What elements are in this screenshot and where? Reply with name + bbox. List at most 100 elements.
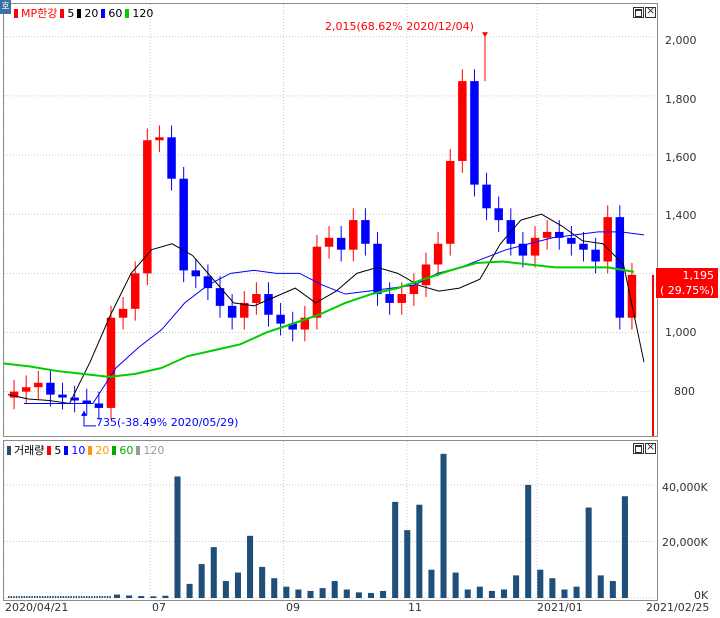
current-price-tag: 1,195 ( 29.75%): [656, 268, 718, 298]
volume-bar: [525, 484, 532, 598]
volume-bar: [404, 530, 411, 598]
x-tick-start: 2020/04/21: [5, 601, 69, 614]
volume-bar: [476, 586, 483, 598]
current-price-change: ( 29.75%): [659, 284, 714, 297]
maximize-pane-button[interactable]: [633, 7, 644, 18]
legend-swatch-ma120: [125, 8, 130, 18]
high-price-annotation: 2,015(68.62% 2020/12/04): [325, 20, 474, 33]
candle-body: [191, 270, 201, 277]
volume-bar: [15, 596, 18, 598]
volume-bar: [464, 589, 471, 598]
volume-bar: [198, 564, 205, 598]
legend-swatch-vol10: [64, 445, 69, 455]
volume-bar: [307, 590, 314, 598]
volume-bar: [355, 592, 362, 598]
x-tick-11: 11: [408, 601, 422, 614]
volume-bar: [138, 596, 145, 598]
volume-bar: [13, 596, 15, 598]
volume-bar: [500, 589, 508, 598]
volume-bar: [114, 594, 121, 598]
candle-body: [349, 220, 358, 250]
volume-legend: 거래량 5 10 20 60 120: [7, 442, 164, 458]
candle-body: [361, 220, 370, 244]
volume-bar: [271, 578, 278, 598]
volume-bar: [21, 596, 23, 598]
y-tick-2000: 2,000: [665, 34, 697, 47]
volume-bar: [86, 596, 88, 598]
volume-bar: [597, 575, 604, 598]
candle-body: [482, 184, 491, 209]
legend-swatch-vol120: [136, 445, 141, 455]
close-pane-button[interactable]: [645, 4, 656, 18]
legend-stock-name: MP한강: [21, 7, 58, 20]
volume-bar: [452, 572, 459, 598]
vol-tick-40000: 40,000K: [662, 481, 708, 494]
candle-body: [130, 273, 140, 309]
candle-body: [143, 140, 152, 274]
legend-vol60-label: 60: [119, 443, 134, 457]
volume-bar: [234, 572, 241, 598]
volume-bar: [440, 453, 447, 598]
volume-bar: [186, 583, 193, 598]
volume-bar: [73, 596, 75, 598]
legend-ma60-label: 60: [108, 6, 123, 20]
candle-body: [385, 294, 394, 303]
corner-tag-icon[interactable]: 호: [0, 0, 11, 14]
volume-bar: [174, 476, 181, 598]
candle-body: [276, 314, 285, 324]
volume-bar: [99, 596, 101, 598]
volume-bar: [549, 578, 556, 598]
volume-bar: [47, 596, 49, 598]
close-volume-pane-button[interactable]: [645, 440, 656, 454]
price-pane: [3, 3, 658, 437]
legend-swatch-ma60: [101, 8, 106, 18]
candle-body: [203, 276, 213, 289]
volume-bar: [101, 596, 104, 598]
volume-bar: [18, 596, 20, 598]
legend-swatch-title: [14, 8, 18, 18]
volume-bar: [150, 596, 157, 598]
volume-bar: [75, 596, 78, 598]
legend-swatch-vol20: [88, 445, 93, 455]
volume-bar: [380, 590, 387, 598]
volume-bar: [62, 596, 65, 598]
low-price-annotation: 735(-38.49% 2020/05/29): [96, 416, 239, 429]
volume-bar: [91, 596, 93, 598]
candle-body: [421, 264, 431, 286]
volume-bar: [247, 535, 254, 598]
legend-ma5-label: 5: [67, 6, 75, 20]
volume-bar: [39, 596, 41, 598]
legend-ma120-label: 120: [132, 6, 154, 20]
volume-bar: [222, 581, 229, 598]
candle-body: [494, 208, 503, 221]
volume-bar: [126, 595, 133, 598]
volume-bar: [44, 596, 46, 598]
volume-bar: [537, 569, 544, 598]
volume-bar: [36, 596, 39, 598]
candle-body: [336, 237, 346, 250]
candle-body: [118, 308, 128, 318]
candle-body: [167, 137, 176, 179]
legend-vol5-label: 5: [54, 443, 62, 457]
volume-bar: [80, 596, 83, 598]
volume-bar: [104, 596, 106, 598]
volume-bar: [585, 507, 592, 598]
volume-bar: [70, 596, 72, 598]
legend-volume-title: 거래량: [14, 444, 45, 457]
price-legend: MP한강 5 20 60 120: [14, 5, 153, 21]
candle-body: [397, 294, 406, 303]
x-tick-end: 2021/02/25: [646, 601, 710, 614]
legend-ma20-label: 20: [84, 6, 99, 20]
candle-body: [227, 305, 237, 318]
candle-body: [470, 81, 479, 185]
volume-bar: [54, 596, 57, 598]
volume-pane: [3, 440, 658, 601]
volume-bar: [41, 596, 44, 598]
legend-vol20-label: 20: [95, 443, 110, 457]
y-tick-1000: 1,000: [665, 326, 697, 339]
volume-bar: [78, 596, 80, 598]
volume-bar: [573, 586, 580, 598]
candle-body: [530, 237, 540, 256]
volume-bar: [67, 596, 70, 598]
maximize-volume-pane-button[interactable]: [633, 443, 644, 454]
